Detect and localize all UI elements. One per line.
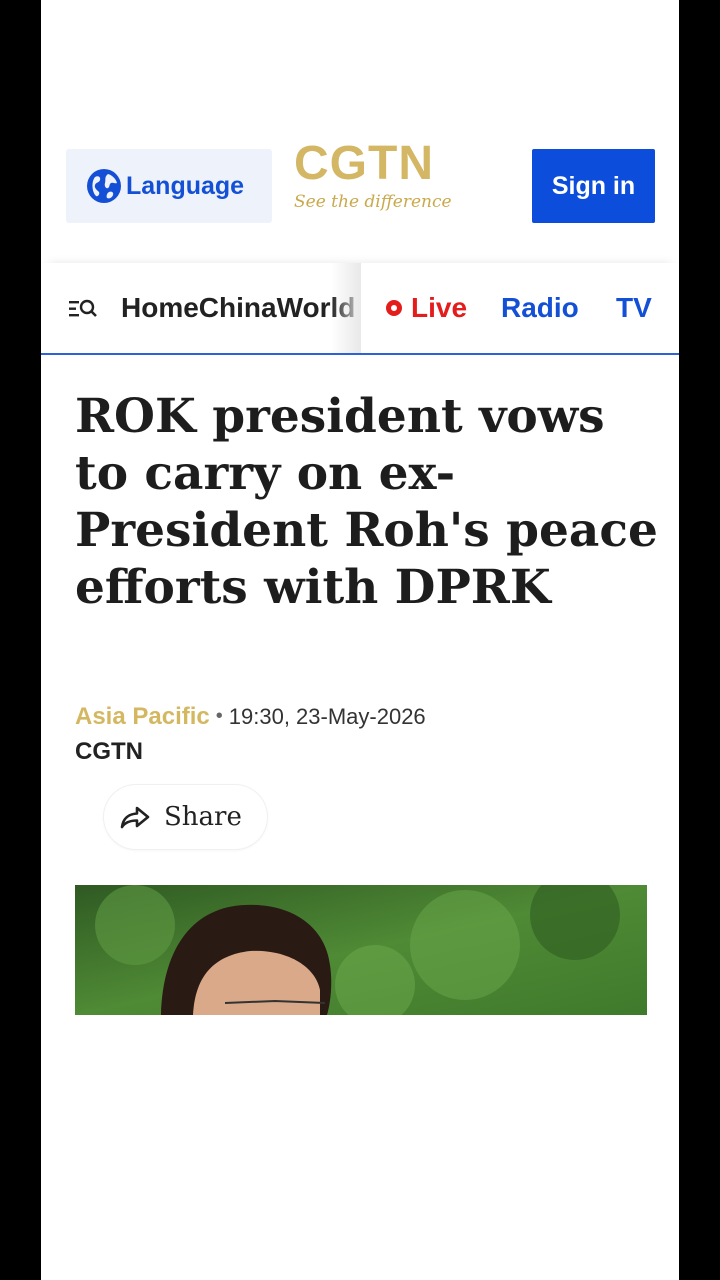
- radio-link[interactable]: Radio: [501, 292, 579, 324]
- main-nav: Home China World Live Radio TV: [41, 263, 679, 355]
- live-label: Live: [411, 292, 468, 323]
- share-label: Share: [164, 802, 242, 832]
- article-timestamp: 19:30, 23-May-2026: [228, 704, 426, 729]
- sign-in-button[interactable]: Sign in: [532, 149, 655, 223]
- hero-image[interactable]: [75, 885, 647, 1015]
- app-screen: Language CGTN See the difference Sign in…: [41, 0, 679, 1280]
- cgtn-logo[interactable]: CGTN See the difference: [294, 140, 454, 220]
- nav-item-china[interactable]: China: [199, 292, 277, 324]
- article-headline: ROK president vows to carry on ex-Presid…: [75, 389, 658, 615]
- nav-fade: [331, 263, 361, 353]
- meta-separator: •: [215, 705, 223, 727]
- live-link[interactable]: Live: [386, 292, 467, 324]
- share-button[interactable]: Share: [104, 785, 267, 849]
- article-meta: Asia Pacific • 19:30, 23-May-2026: [75, 703, 426, 731]
- nav-right-links: Live Radio TV: [361, 263, 679, 353]
- language-label: Language: [126, 171, 245, 200]
- nav-item-home[interactable]: Home: [121, 292, 199, 324]
- logo-text: CGTN: [294, 137, 434, 190]
- menu-search-icon[interactable]: [69, 298, 97, 320]
- globe-icon: [87, 169, 121, 203]
- nav-scroll-list[interactable]: Home China World: [121, 263, 359, 353]
- share-arrow-icon: [120, 806, 150, 829]
- category-link[interactable]: Asia Pacific: [75, 703, 210, 730]
- live-dot-icon: [386, 300, 402, 316]
- language-button[interactable]: Language: [66, 149, 272, 223]
- tv-link[interactable]: TV: [616, 292, 652, 324]
- logo-tagline: See the difference: [294, 192, 452, 212]
- article-source: CGTN: [75, 738, 143, 765]
